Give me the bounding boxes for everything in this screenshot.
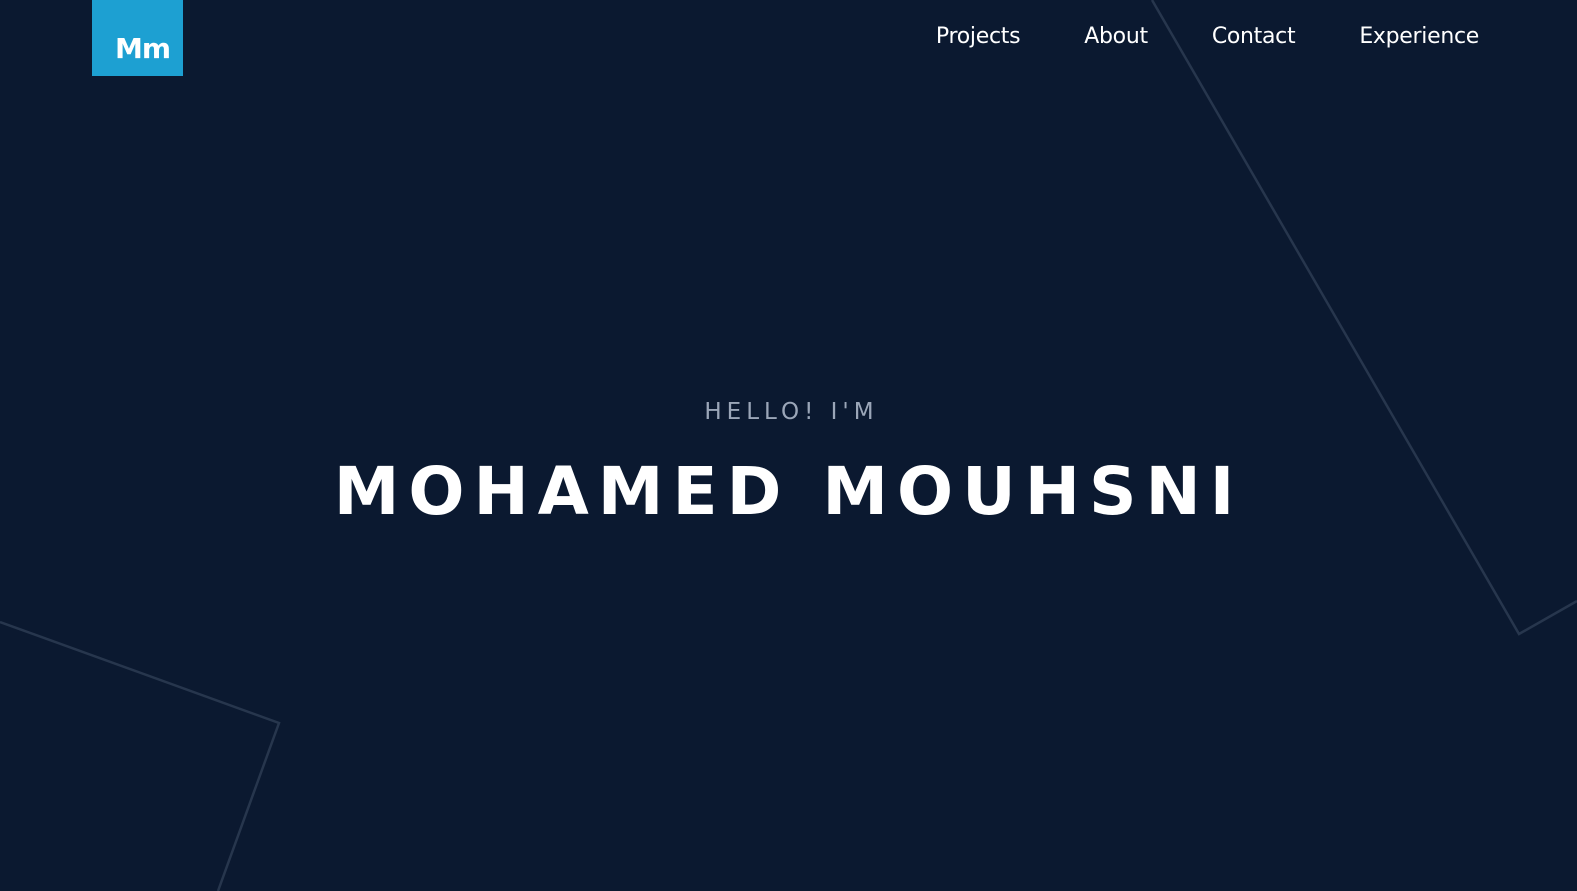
decor-line-left xyxy=(0,620,281,891)
logo[interactable]: Mm xyxy=(92,0,183,76)
nav-link-projects[interactable]: Projects xyxy=(936,20,1021,54)
logo-text: Mm xyxy=(114,31,171,65)
hero-section: HELLO! I'M MOHAMED MOUHSNI xyxy=(0,396,1577,532)
nav-link-about[interactable]: About xyxy=(1084,20,1148,54)
hero-greeting: HELLO! I'M xyxy=(704,399,879,425)
main-nav: Projects About Contact Experience xyxy=(872,20,1479,54)
decor-line-right xyxy=(1150,0,1577,636)
nav-link-experience[interactable]: Experience xyxy=(1359,20,1479,54)
hero-name: MOHAMED MOUHSNI xyxy=(333,453,1244,530)
nav-link-contact[interactable]: Contact xyxy=(1212,20,1296,54)
page: Mm Projects About Contact Experience HEL… xyxy=(0,0,1577,891)
